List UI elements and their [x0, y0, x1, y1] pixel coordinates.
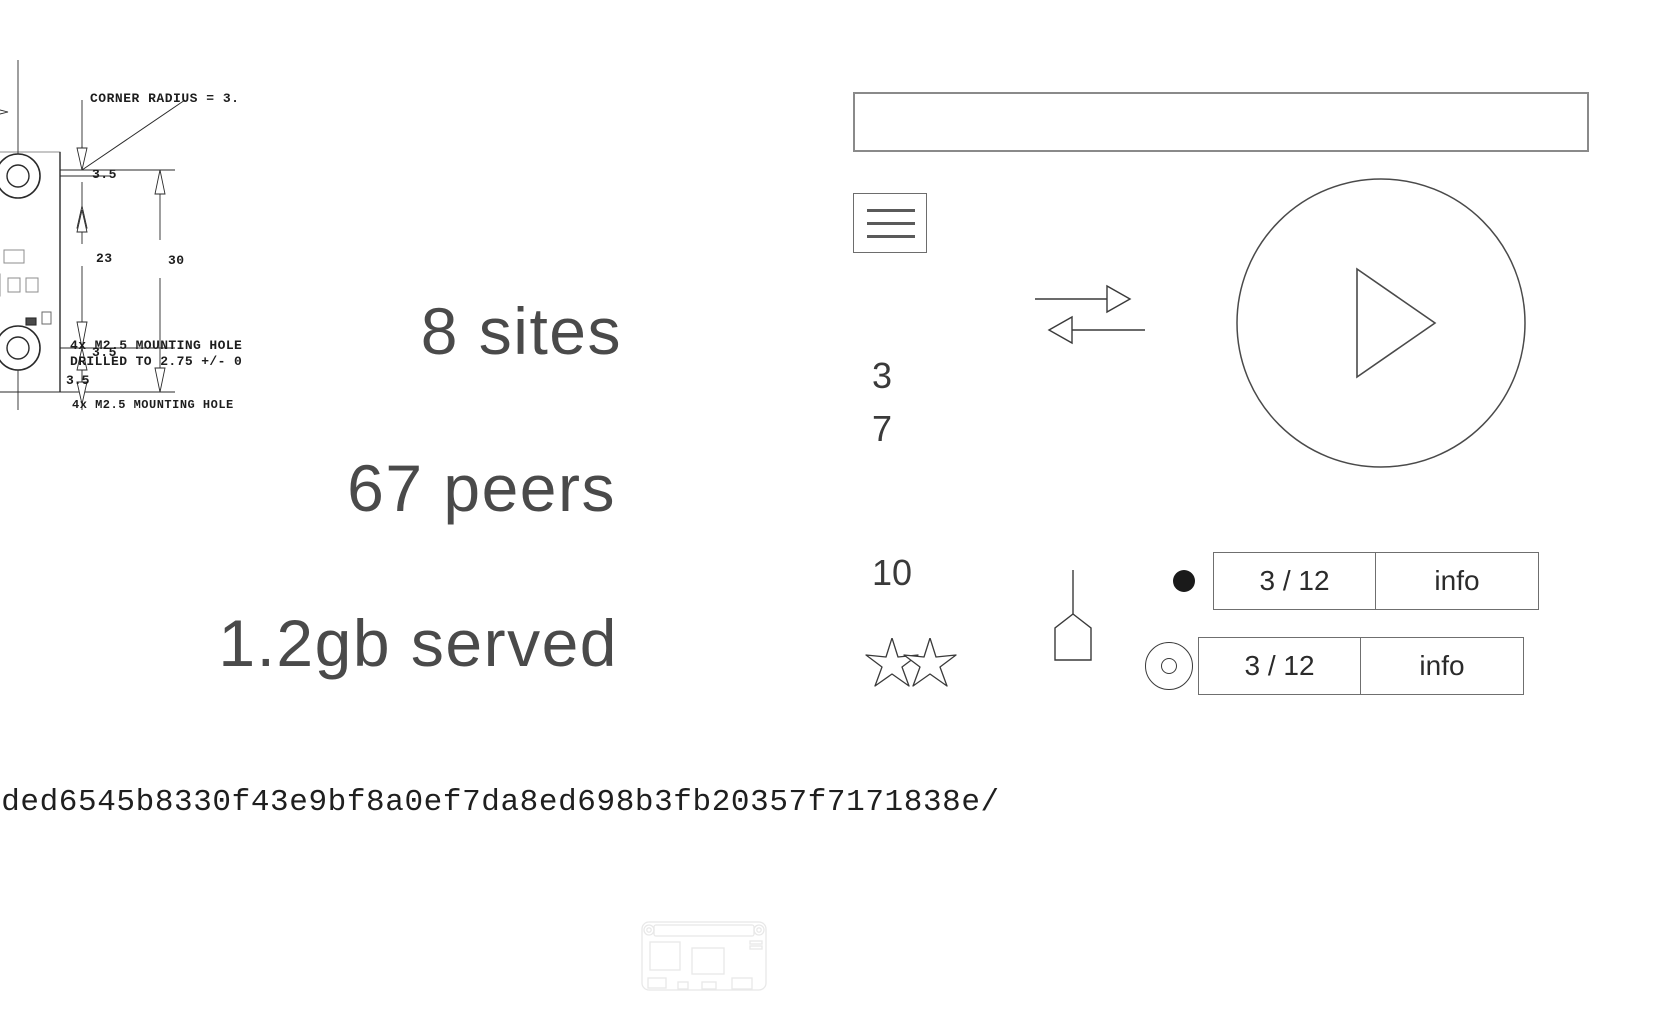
count-segment[interactable]: 3 / 12 [1214, 553, 1376, 609]
mounting-note-line-1-text: 4x M2.5 MOUNTING HOLE [70, 338, 243, 353]
dim-right: 30 [168, 253, 185, 268]
stars-icon [862, 637, 962, 693]
info-button[interactable]: info [1361, 638, 1523, 694]
search-input[interactable] [855, 94, 1587, 150]
pcb-watermark [640, 920, 768, 992]
status-ring-target-icon [1140, 642, 1198, 690]
count-c: 10 [872, 552, 913, 593]
info-row: 3 / 12 info [1155, 552, 1539, 610]
count-segment[interactable]: 3 / 12 [1199, 638, 1361, 694]
mounting-hole-note: 4x M2.5 MOUNTING HOLE DRILLED TO 2.75 +/… [70, 338, 242, 370]
hash-string: 6ded6545b8330f43e9bf8a0ef7da8ed698b3fb20… [0, 785, 1000, 820]
dim-mid: 23 [96, 251, 113, 266]
mounting-note-line-1: 4x M2.5 MOUNTING HOLE [72, 398, 234, 410]
hamburger-icon-bar-3 [867, 235, 915, 238]
search-input-container[interactable] [853, 92, 1589, 152]
map-pin-tag-icon [1047, 570, 1099, 662]
stat-served: 1.2gb served [218, 606, 618, 680]
dim-lower-left: 3.5 [66, 373, 90, 388]
play-button[interactable] [1235, 177, 1527, 469]
info-button[interactable]: info [1376, 553, 1538, 609]
count-b: 7 [872, 408, 893, 449]
segmented-control[interactable]: 3 / 12 info [1213, 552, 1539, 610]
hamburger-menu-button[interactable] [853, 193, 927, 253]
transfer-arrows-icon [1035, 283, 1145, 353]
count-a: 3 [872, 355, 893, 396]
hamburger-icon-bar-2 [867, 222, 915, 225]
page-root: CORNER RADIUS = 3. 3.5 23 30 3.5 4x M2.5… [0, 0, 1666, 1034]
status-dot-filled-icon [1155, 570, 1213, 592]
hamburger-icon-bar-1 [867, 209, 915, 212]
mounting-note-line-2-text: DRILLED TO 2.75 +/- 0 [70, 354, 243, 369]
corner-radius-note: CORNER RADIUS = 3. [90, 91, 239, 106]
info-row: 3 / 12 info [1140, 637, 1524, 695]
segmented-control[interactable]: 3 / 12 info [1198, 637, 1524, 695]
stat-sites: 8 sites [420, 294, 622, 368]
dim-top: 3.5 [92, 167, 117, 182]
stat-peers: 67 peers [347, 451, 616, 525]
